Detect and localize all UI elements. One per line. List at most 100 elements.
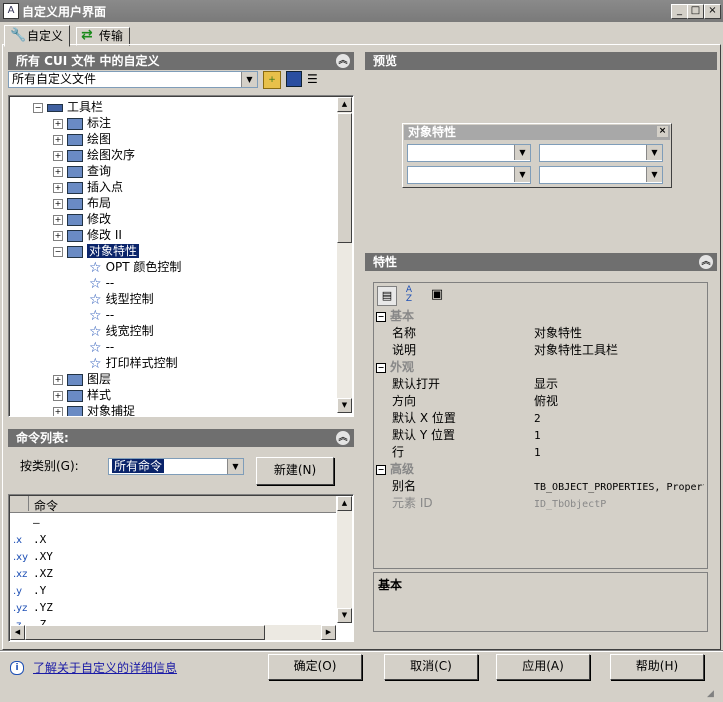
close-button[interactable]: × [704,4,721,19]
scroll-down-icon[interactable]: ▼ [337,608,352,623]
description-title: 基本 [378,578,403,592]
tree-node[interactable]: + 标注 [53,115,139,131]
tab-transfer-label: 传输 [99,29,124,43]
new-command-button[interactable]: 新建(N) [256,457,334,485]
property-pages-icon[interactable]: ▣ [428,286,446,304]
property-row[interactable]: 默认 X 位置 2 [376,410,704,427]
tree-leaf[interactable]: ☆ -- [89,339,181,356]
tree-node[interactable]: + 插入点 [53,179,139,195]
command-row[interactable]: .yz .YZ [13,599,333,616]
tree-leaf[interactable]: ☆ 打印样式控制 [89,355,181,372]
tree-leaf[interactable]: ☆ OPT 颜色控制 [89,259,181,276]
property-row[interactable]: 说明 对象特性工具栏 [376,342,704,359]
section-advanced[interactable]: − 高级 [376,461,704,478]
star-icon: ☆ [89,307,102,324]
command-row[interactable]: .xy .XY [13,548,333,565]
tree-node[interactable]: + 布局 [53,195,139,211]
command-row[interactable]: .xz .XZ [13,565,333,582]
property-row[interactable]: 行1 [376,444,704,461]
tree-leaf[interactable]: ☆ 线宽控制 [89,323,181,340]
column-command[interactable]: 命令 [34,497,58,514]
command-list-header: 命令 [10,496,336,513]
property-row[interactable]: 方向 俯视 [376,393,704,410]
apply-button[interactable]: 应用(A) [496,654,590,680]
tree-node-selected[interactable]: − 对象特性 [53,243,140,259]
category-select[interactable]: 所有命令 ▼ [108,458,244,475]
minimize-button[interactable]: _ [671,4,688,19]
tree-node-toolbars[interactable]: − 工具栏 [33,99,103,115]
star-icon: ☆ [89,323,102,340]
scroll-down-icon[interactable]: ▼ [337,398,352,413]
section-appearance[interactable]: − 外观 [376,359,704,376]
scroll-up-icon[interactable]: ▲ [337,97,352,112]
collapse-icon[interactable]: ︽ [699,255,713,269]
tree-children: ☆ OPT 颜色控制 ☆ -- ☆ 线型控制 ☆ -- ☆ 线宽控制 ☆ -- ☆ 打印样式控… [89,259,181,372]
command-hscrollbar[interactable]: ◀ ▶ [10,625,336,640]
properties-toolbar: ▤ AZ ▣ [373,282,708,310]
list-view-icon[interactable]: ☰ [307,71,325,87]
chevron-down-icon: ▼ [646,167,662,182]
sort-az-icon[interactable]: AZ [400,286,418,304]
tab-customize[interactable]: 🔧 自定义 [4,25,71,47]
close-icon: × [657,126,668,137]
ok-button[interactable]: 确定(O) [268,654,362,680]
cui-file-select[interactable]: 所有自定义文件 ▼ [8,71,258,88]
tree-scrollbar[interactable]: ▲ ▼ [337,97,352,413]
tree-node[interactable]: + 修改 II [53,227,139,243]
command-row[interactable]: – [13,514,333,531]
help-button[interactable]: 帮助(H) [610,654,704,680]
chevron-down-icon: ▼ [514,167,530,182]
collapse-icon[interactable]: ︽ [336,54,350,68]
scroll-up-icon[interactable]: ▲ [337,496,352,511]
tree-toolbar-list: + 标注 + 绘图 + 绘图次序 + 查询 + 插入点 + 布局 + 修改 + 修改 II − 对… [53,115,140,259]
toolbar-icon [67,197,83,210]
scroll-left-icon[interactable]: ◀ [10,625,25,640]
scroll-right-icon[interactable]: ▶ [321,625,336,640]
learn-more-link[interactable]: 了解关于自定义的详细信息 [33,659,177,676]
preview-toolbar: 对象特性 × ▼ ▼ ▼ ▼ [402,123,672,188]
cui-tree: − 工具栏 + 标注 + 绘图 + 绘图次序 + 查询 + 插入点 + 布局 + 修改 + 修改 … [8,95,354,417]
command-row[interactable]: .y .Y [13,582,333,599]
tree-leaf[interactable]: ☆ -- [89,307,181,324]
command-vscrollbar[interactable]: ▲ ▼ [337,496,352,623]
tree-leaf[interactable]: ☆ 线型控制 [89,291,181,308]
scroll-thumb[interactable] [337,113,352,243]
property-rows: − 基本 名称 对象特性 说明 对象特性工具栏 − 外观 默认打开 显示 方向 俯视 默认 … [376,308,704,512]
chevron-down-icon: ▼ [646,145,662,160]
command-panel-title: 命令列表: [16,431,69,445]
preview-plotstyle-combo: ▼ [539,166,663,184]
load-file-icon[interactable]: + [263,71,281,89]
tree-node[interactable]: + 样式 [53,387,135,403]
property-row[interactable]: 别名 TB_OBJECT_PROPERTIES, Propert [376,478,704,495]
categorized-icon[interactable]: ▤ [377,286,397,306]
hscroll-thumb[interactable] [25,625,265,640]
chevron-down-icon: ▼ [514,145,530,160]
footer-divider [0,650,723,652]
tree-leaf[interactable]: ☆ -- [89,275,181,292]
cui-panel-title: 所有 CUI 文件 中的自定义 [16,54,160,68]
tree-node[interactable]: + 查询 [53,163,139,179]
property-row[interactable]: 默认 Y 位置 1 [376,427,704,444]
save-icon[interactable] [286,71,302,87]
tree-node[interactable]: + 修改 [53,211,139,227]
tree-node[interactable]: + 图层 [53,371,135,387]
collapse-icon[interactable]: ︽ [336,431,350,445]
property-row-readonly[interactable]: 元素 ID ID_TbObjectP [376,495,704,512]
preview-toolbar-title-text: 对象特性 [408,125,457,139]
star-icon: ☆ [89,355,102,372]
tree-node[interactable]: + 绘图 [53,131,139,147]
command-list: 命令 – .x.X .xy.XY .xz.XZ .y.Y .yz.YZ .z.Z… [8,494,354,642]
chevron-down-icon: ▼ [227,459,243,474]
toolbar-icon [67,389,83,402]
tree-node[interactable]: + 绘图次序 [53,147,139,163]
star-icon: ☆ [89,291,102,308]
property-row[interactable]: 默认打开 显示 [376,376,704,393]
cancel-button[interactable]: 取消(C) [384,654,478,680]
tree-node[interactable]: + 对象捕捉 [53,403,135,416]
section-basic[interactable]: − 基本 [376,308,704,325]
command-row[interactable]: .x .X [13,531,333,548]
resize-grip-icon[interactable]: ◢ [707,688,719,700]
description-box: 基本 [373,572,708,632]
maximize-button[interactable]: □ [687,4,704,19]
property-row[interactable]: 名称 对象特性 [376,325,704,342]
